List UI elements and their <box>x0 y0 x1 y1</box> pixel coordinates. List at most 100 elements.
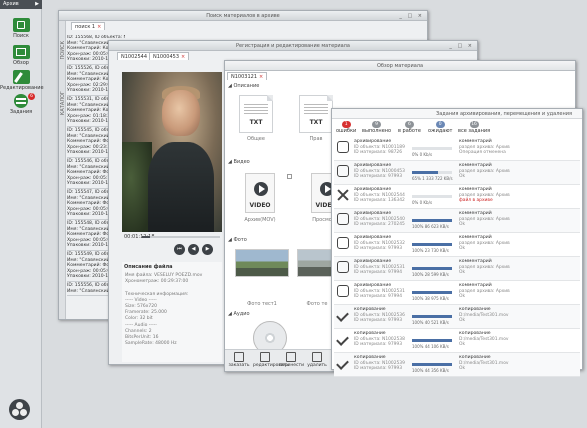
close-icon[interactable]: × <box>97 24 101 30</box>
section-description[interactable]: ◢ Описание <box>228 83 259 89</box>
window-controls[interactable]: _ □ × <box>449 41 474 51</box>
section-video[interactable]: ◢ Видео <box>228 159 250 165</box>
sidebar-item-search[interactable]: Поиск <box>0 18 42 39</box>
task-material-id: ID материала: 136342 <box>354 198 405 203</box>
search-window-titlebar[interactable]: Поиск материалов в архиве _ □ × <box>59 11 427 21</box>
task-row[interactable]: архивирование ID объекта: N1001189 ID мате… <box>334 137 580 161</box>
sidebar-header-label: Архив <box>3 1 19 7</box>
clock-icon <box>337 237 349 249</box>
sidebar-item-tasks[interactable]: 6 Задания <box>0 93 42 115</box>
toolbar-label: удалить <box>307 363 327 368</box>
task-status: Ok <box>459 246 465 251</box>
filter-0[interactable]: 1 ошибки <box>336 121 356 134</box>
tab-search-1[interactable]: поиск 1 × <box>71 22 106 30</box>
sidebar-header[interactable]: Архив ▶ <box>0 0 42 9</box>
task-status: Операция отменена <box>459 150 506 155</box>
task-progress-text: 100% 44 106 KB/s <box>412 344 449 349</box>
task-comment-label: комментарий <box>459 163 492 168</box>
task-material-id: ID материала: 97994 <box>354 294 403 299</box>
trash-icon <box>312 352 322 362</box>
filter-1[interactable]: 9 выполнено <box>362 121 391 134</box>
photo-thumbnail[interactable] <box>235 249 289 277</box>
move-button[interactable]: перенести <box>279 352 305 368</box>
task-comment-label: копирование <box>459 307 491 312</box>
section-photo[interactable]: ◢ Фото <box>228 237 247 243</box>
task-destination: D:/media/Test301.mov <box>459 361 509 366</box>
task-operation: архивирование <box>354 211 392 216</box>
task-row[interactable]: копирование ID объекта: N1002536 ID матери… <box>334 305 580 329</box>
check-icon <box>337 309 349 321</box>
filter-4[interactable]: 16 все задания <box>458 121 490 134</box>
task-material-id: ID материала: 97993 <box>354 174 403 179</box>
task-status: Ok <box>459 294 465 299</box>
tab-material-1[interactable]: N1002544 <box>117 52 152 60</box>
file-info-panel: Описание файла Имя файла: VESELUY POEZD.… <box>122 262 222 362</box>
task-row[interactable]: архивирование ID объекта: N1002532 ID мате… <box>334 233 580 257</box>
filter-label: ошибки <box>336 128 357 134</box>
close-icon[interactable]: × <box>259 74 263 80</box>
sidebar-item-edit[interactable]: Редактирование <box>0 70 44 91</box>
filter-label: ожидают <box>428 128 453 134</box>
section-audio[interactable]: ◢ Аудио <box>228 311 250 317</box>
file-info-row: BitsPerUnit: 16 <box>125 335 159 340</box>
back-button[interactable]: ◀ <box>188 244 199 255</box>
task-row[interactable]: копирование ID объекта: N1002539 ID матери… <box>334 353 580 377</box>
select-checkbox[interactable] <box>287 174 292 179</box>
filter-3[interactable]: 0 ожидают <box>428 121 452 134</box>
rewind-button[interactable]: ⏮ <box>174 244 185 255</box>
task-row[interactable]: архивирование ID объекта: N1002540 ID мате… <box>334 209 580 233</box>
task-progress-bar <box>412 315 452 318</box>
task-status: Ok <box>459 342 465 347</box>
expand-arrow-icon[interactable]: ▶ <box>35 1 39 7</box>
tab-material-2[interactable]: N1000453 × <box>149 52 190 60</box>
task-progress-bar <box>412 291 452 294</box>
task-status: файл в архиве <box>459 198 493 203</box>
file-info-row: Size: 576x720 <box>125 304 158 309</box>
video-archive[interactable]: VIDEO <box>245 173 275 213</box>
tab-search-vertical[interactable]: ПОИСК <box>60 41 66 59</box>
window-controls[interactable]: _ □ × <box>399 11 424 21</box>
clock-icon <box>337 165 349 177</box>
task-status: Ok <box>459 174 465 179</box>
task-progress-bar <box>412 267 452 270</box>
task-row[interactable]: архивирование ID объекта: N1002544 ID мате… <box>334 185 580 209</box>
task-row[interactable]: копирование ID объекта: N1002538 ID матери… <box>334 329 580 353</box>
task-destination: раздел архива: Архив <box>459 265 510 270</box>
task-progress-bar <box>412 195 452 198</box>
sidebar-item-overview[interactable]: Обзор <box>0 45 42 66</box>
task-progress-bar <box>412 171 452 174</box>
task-row[interactable]: архивирование ID объекта: N1000453 ID мате… <box>334 161 580 185</box>
task-operation: архивирование <box>354 259 392 264</box>
cart-icon <box>234 352 244 362</box>
task-operation: копирование <box>354 355 386 360</box>
filter-2[interactable]: 6в работе <box>398 121 421 134</box>
task-comment-label: комментарий <box>459 211 492 216</box>
toolbar-label: перенести <box>279 363 305 368</box>
window-title: Поиск материалов в архиве <box>206 13 280 19</box>
doc-rights[interactable]: TXT <box>299 95 333 133</box>
overview-toolbar: заказать редактировать перенести удалить <box>225 349 335 371</box>
filter-count-badge: 16 <box>469 121 479 128</box>
doc-general[interactable]: TXT <box>239 95 273 133</box>
overview-window-titlebar[interactable]: Обзор материала <box>225 61 575 71</box>
task-row[interactable]: архивирование ID объекта: N1002531 ID мате… <box>334 257 580 281</box>
task-progress-text: 0% 0 Kb/s <box>412 152 433 157</box>
play-button[interactable]: ▶ <box>202 244 213 255</box>
task-status: Ok <box>459 366 465 371</box>
order-button[interactable]: заказать <box>227 352 251 368</box>
file-info-row: SampleRate: 48000 Hz <box>125 341 177 347</box>
tab-label: N1002544 <box>121 54 148 60</box>
edit-icon <box>12 70 30 84</box>
filter-label: в работе <box>398 128 421 134</box>
video-preview[interactable] <box>122 72 222 232</box>
tab-catalog-vertical[interactable]: КАТАЛОГ <box>60 91 66 115</box>
edit-button[interactable]: редактировать <box>253 352 289 368</box>
delete-button[interactable]: удалить <box>305 352 329 368</box>
task-operation: архивирование <box>354 187 392 192</box>
timeline-slider[interactable] <box>142 236 220 238</box>
registration-window-titlebar[interactable]: Регистрация и редактирование материала _… <box>109 41 477 51</box>
filter-count-badge: 1 <box>341 121 351 128</box>
tab-overview-material[interactable]: N1003121 × <box>227 72 268 80</box>
task-row[interactable]: архивирование ID объекта: N1002531 ID мате… <box>334 281 580 305</box>
close-icon[interactable]: × <box>181 54 185 60</box>
